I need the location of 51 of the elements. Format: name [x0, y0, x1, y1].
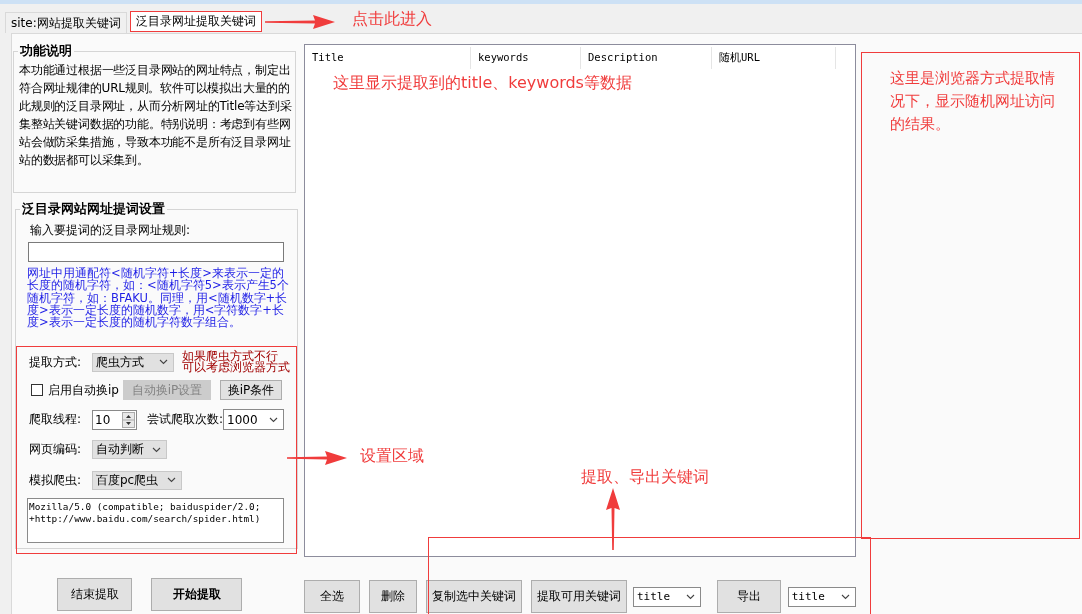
chevron-icon	[167, 477, 176, 483]
chevron-icon	[841, 593, 850, 600]
checkbox[interactable]	[31, 384, 43, 396]
arrow-icon	[606, 488, 620, 550]
field-label: 网页编码:	[29, 441, 83, 458]
field-label: 模拟爬虫:	[29, 471, 83, 489]
chevron-icon	[152, 446, 161, 453]
group-title: 泛目录网站网址提词设置	[21, 201, 166, 218]
toolbar-button[interactable]: 复制选中关键词	[426, 580, 522, 613]
annotation-text: 提取、导出关键词	[581, 467, 709, 488]
field-label: 爬取线程:	[29, 411, 83, 428]
chevron-icon	[159, 359, 168, 365]
tab[interactable]: 泛目录网址提取关键词	[129, 11, 262, 32]
field-dropdown[interactable]: title	[787, 586, 856, 607]
user-agent-field[interactable]: Mozilla/5.0 (compatible; baiduspider/2.0; +http://www.baidu.com/search/spider.html)	[27, 498, 284, 543]
toolbar-button[interactable]: 全选	[304, 580, 360, 613]
field-label: 尝试爬取次数:	[147, 411, 224, 428]
toolbar-button[interactable]: 导出	[717, 580, 781, 613]
chevron-icon	[686, 593, 696, 600]
retries-dropdown[interactable]: 1000	[223, 409, 285, 430]
toolbar-button[interactable]: 提取可用关键词	[530, 580, 627, 613]
description-text: 本功能通过根据一些泛目录网站的网址特点，制定出符合网址规律的URL规则。软件可以模拟出大量的的此规则的泛目录网址，从而分析网址的Title等达到采集整站关键词数据的功能。特别说明：考虑到有些网站会做防采集措施，导致本功能不是所有泛目录网址站的数据都可以采集到。	[18, 62, 293, 169]
field-label: 输入要提词的泛目录网址规则:	[30, 222, 192, 239]
annotation-text: 这里显示提取到的title、keywords等数据	[333, 73, 632, 94]
action-button[interactable]: 开始提取	[151, 578, 242, 611]
checkbox-label: 启用自动换ip	[48, 381, 119, 399]
annotation-text: 设置区域	[360, 446, 424, 467]
spider-dropdown[interactable]: 百度pc爬虫	[92, 470, 182, 490]
help-text: 网址中用通配符<随机字符+长度>来表示一定的长度的随机字符，如：<随机字符5>表示产生5个随机字符，如：BFAKU。同理，用<随机数字+长度>表示一定长度的随机数字，用<字符数字+长度>表示一定长度的随机字符数字组合。	[27, 267, 289, 329]
column-header[interactable]: keywords	[471, 47, 581, 69]
annotation-note: 如果爬虫方式不行	[182, 350, 278, 362]
field-label: 提取方式:	[29, 353, 83, 371]
action-button[interactable]: 结束提取	[57, 578, 132, 611]
encoding-dropdown[interactable]: 自动判断	[92, 440, 167, 459]
annotation-text: 点击此进入	[352, 9, 432, 30]
spinner-arrows-icon	[122, 411, 135, 428]
tab[interactable]: site:网站提取关键词	[5, 12, 127, 33]
chevron-icon	[269, 416, 279, 423]
annotation-note: 可以考虑浏览器方式	[182, 362, 290, 374]
thread-spinner[interactable]: 10	[92, 409, 137, 430]
toolbar-button[interactable]: 删除	[368, 580, 418, 613]
field-dropdown[interactable]: title	[632, 586, 702, 607]
ip-button[interactable]: 换iP条件	[219, 380, 282, 400]
arrow-icon	[265, 15, 335, 29]
annotation-text: 这里是浏览器方式提取情况下，显示随机网址访问的结果。	[890, 68, 1056, 135]
column-header[interactable]: Description	[581, 47, 712, 69]
column-header[interactable]: 随机URL	[712, 47, 836, 69]
mode-dropdown[interactable]: 爬虫方式	[92, 352, 174, 372]
column-header[interactable]: Title	[305, 47, 471, 69]
group-title: 功能说明	[19, 43, 73, 60]
url-rule-field[interactable]	[28, 242, 284, 262]
